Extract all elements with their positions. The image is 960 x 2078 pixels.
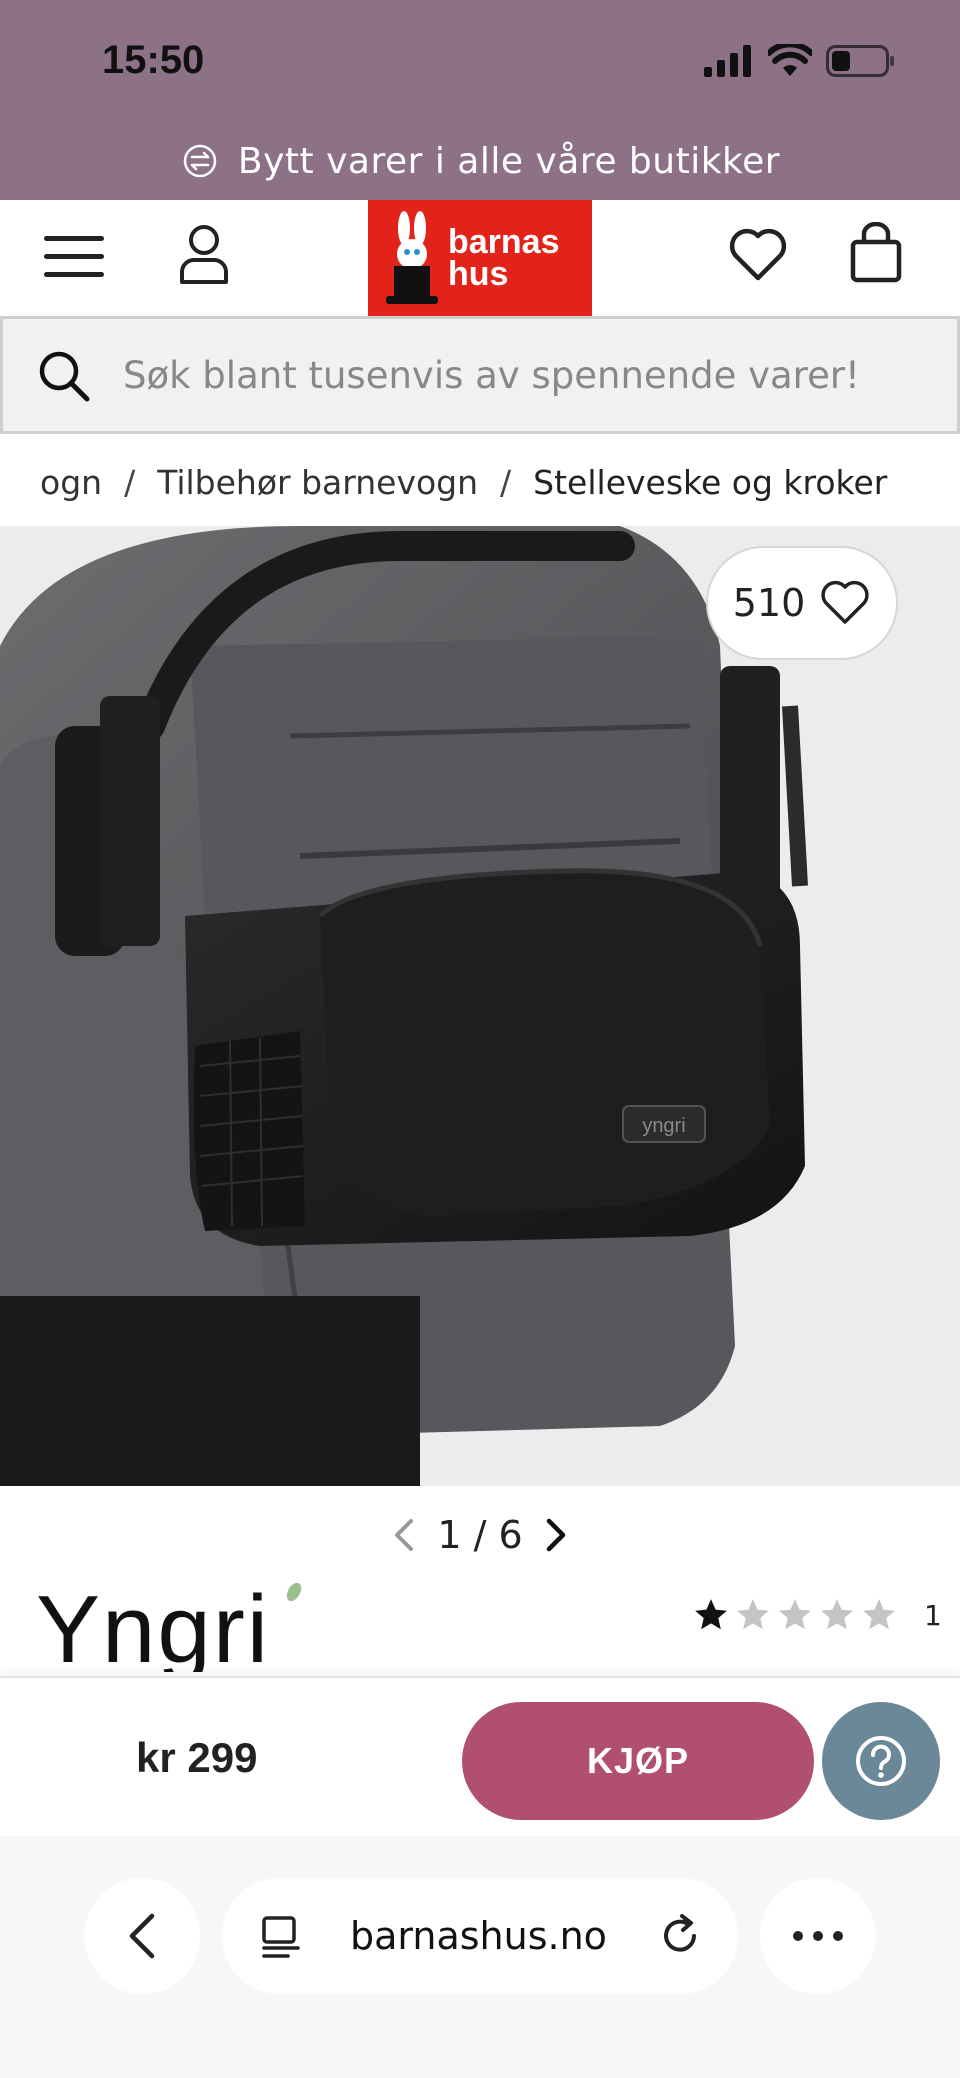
star-empty-icon	[737, 1599, 769, 1630]
address-bar[interactable]: barnashus.no	[222, 1878, 738, 1994]
logo-text-line1: barnas	[448, 223, 560, 261]
product-rating[interactable]: 1	[692, 1596, 942, 1634]
breadcrumb-item[interactable]: ogn	[40, 463, 102, 502]
status-bar: 15:50	[0, 0, 960, 122]
status-time: 15:50	[102, 38, 205, 82]
brand-logo[interactable]: Yngri	[36, 1582, 306, 1672]
star-empty-icon	[821, 1599, 853, 1630]
rating-count: 1	[924, 1598, 942, 1632]
battery-icon	[826, 45, 894, 77]
favorite-button[interactable]: 510	[706, 546, 898, 660]
browser-toolbar: barnashus.no	[0, 1836, 960, 2078]
star-empty-icon	[863, 1599, 895, 1630]
stroller-bag-photo: yngri	[0, 526, 960, 1486]
bag-icon[interactable]	[848, 222, 904, 284]
cellular-signal-icon	[704, 45, 751, 77]
site-logo[interactable]: barnas hus	[368, 200, 592, 316]
breadcrumb-item[interactable]: Tilbehør barnevogn	[157, 463, 478, 502]
image-pager: 1 / 6	[0, 1500, 960, 1570]
menu-icon-line	[44, 254, 104, 259]
star-empty-icon	[779, 1599, 811, 1630]
pager-text: 1 / 6	[437, 1513, 523, 1557]
user-icon[interactable]	[176, 222, 232, 286]
promo-bar[interactable]: Bytt varer i alle våre butikker	[0, 122, 960, 200]
chevron-right-icon[interactable]	[541, 1515, 571, 1555]
search-icon	[39, 351, 90, 402]
breadcrumb: ogn / Tilbehør barnevogn / Stelleveske o…	[40, 434, 960, 530]
back-button[interactable]	[84, 1878, 200, 1994]
reload-icon[interactable]	[658, 1912, 704, 1960]
menu-icon-line	[44, 272, 104, 277]
buy-button[interactable]: KJØP	[462, 1702, 814, 1820]
search-input[interactable]: Søk blant tusenvis av spennende varer!	[123, 319, 860, 431]
search-bar[interactable]: Søk blant tusenvis av spennende varer!	[0, 316, 960, 434]
status-icons	[704, 44, 896, 78]
product-price: kr 299	[136, 1734, 258, 1781]
breadcrumb-current: Stelleveske og kroker	[533, 462, 888, 502]
help-button[interactable]	[822, 1702, 940, 1820]
chevron-left-icon[interactable]	[389, 1515, 419, 1555]
url-text: barnashus.no	[350, 1914, 607, 1958]
breadcrumb-separator: /	[500, 462, 512, 502]
star-filled-icon	[695, 1599, 727, 1630]
site-header: barnas hus	[0, 200, 960, 316]
exchange-icon	[183, 144, 217, 178]
buy-bar: kr 299 KJØP	[0, 1676, 960, 1836]
breadcrumb-separator: /	[124, 462, 136, 502]
wifi-icon	[768, 44, 812, 76]
logo-text: barnas hus	[448, 223, 560, 293]
back-icon	[129, 1913, 155, 1959]
menu-button[interactable]	[42, 232, 108, 282]
menu-icon-line	[44, 236, 104, 241]
heart-icon	[821, 580, 869, 624]
more-button[interactable]	[760, 1878, 876, 1994]
more-icon	[793, 1931, 843, 1941]
favorite-count: 510	[732, 581, 806, 625]
product-image[interactable]: yngri	[0, 526, 960, 1486]
heart-icon[interactable]	[728, 226, 788, 282]
bunny-hat-icon	[386, 211, 438, 304]
brand-name: Yngri	[36, 1582, 270, 1672]
logo-text-line2: hus	[448, 255, 509, 293]
help-icon	[856, 1736, 906, 1786]
reader-icon[interactable]	[258, 1914, 304, 1960]
promo-text: Bytt varer i alle våre butikker	[237, 140, 781, 182]
bag-brand-label: yngri	[642, 1115, 685, 1137]
